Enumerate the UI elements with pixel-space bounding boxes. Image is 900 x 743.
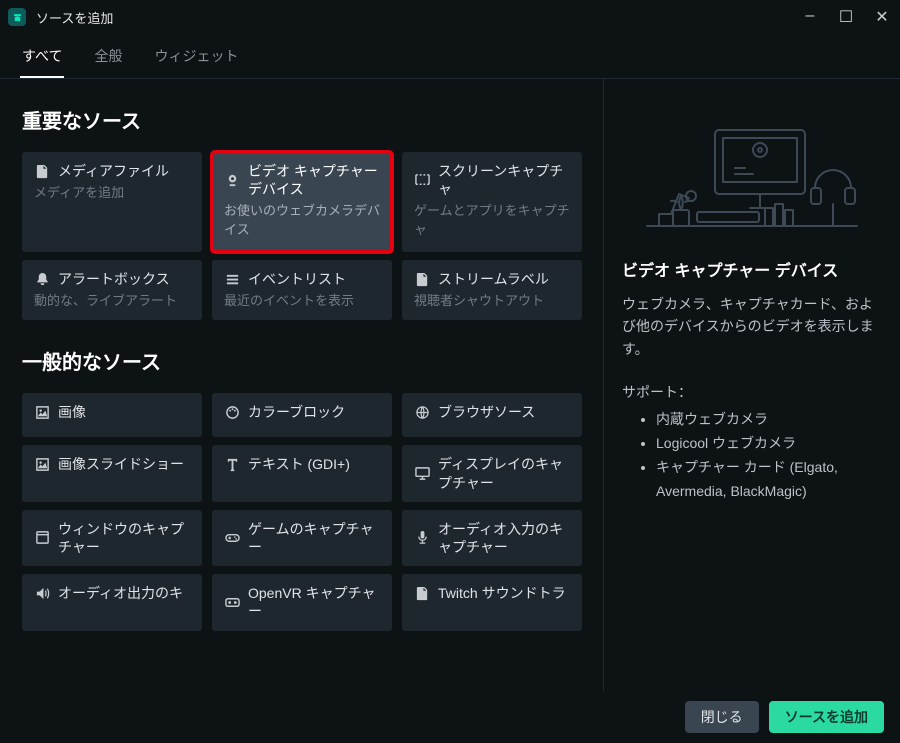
speaker-icon xyxy=(34,585,50,601)
tabs: すべて全般ウィジェット xyxy=(0,34,900,79)
card-title: オーディオ入力のキャプチャー xyxy=(438,520,570,556)
close-button[interactable]: ✕ xyxy=(872,7,892,27)
globe-icon xyxy=(414,404,430,420)
image-icon xyxy=(34,456,50,472)
source-card[interactable]: Twitch サウンドトラ xyxy=(402,574,582,630)
source-card[interactable]: ブラウザソース xyxy=(402,393,582,437)
source-card[interactable]: カラーブロック xyxy=(212,393,392,437)
tab-2[interactable]: ウィジェット xyxy=(152,40,240,78)
card-title: 画像スライドショー xyxy=(58,455,184,473)
card-title: メディアファイル xyxy=(58,162,169,180)
detail-desc: ウェブカメラ、キャプチャカード、および他のデバイスからのビデオを表示します。 xyxy=(622,293,882,360)
card-desc: 動的な、ライブアラート xyxy=(34,292,190,310)
source-card[interactable]: オーディオ入力のキャプチャー xyxy=(402,510,582,566)
card-title: ブラウザソース xyxy=(438,403,535,421)
detail-panel: ビデオ キャプチャー デバイス ウェブカメラ、キャプチャカード、および他のデバイ… xyxy=(604,79,900,691)
source-card[interactable]: ウィンドウのキャプチャー xyxy=(22,510,202,566)
detail-title: ビデオ キャプチャー デバイス xyxy=(622,257,882,281)
source-panel: 重要なソース メディアファイルメディアを追加ビデオ キャプチャー デバイスお使い… xyxy=(0,79,604,691)
support-item: 内蔵ウェブカメラ xyxy=(656,408,882,432)
card-title: カラーブロック xyxy=(248,403,345,421)
cancel-button[interactable]: 閉じる xyxy=(685,701,759,733)
text-icon xyxy=(224,456,240,472)
card-title: テキスト (GDI+) xyxy=(248,455,350,473)
support-list: 内蔵ウェブカメラLogicool ウェブカメラキャプチャー カード (Elgat… xyxy=(622,408,882,503)
file-icon xyxy=(34,163,50,179)
card-title: オーディオ出力のキ xyxy=(58,584,183,602)
source-card[interactable]: オーディオ出力のキ xyxy=(22,574,202,630)
source-card[interactable]: 画像スライドショー xyxy=(22,445,202,501)
source-card[interactable]: アラートボックス動的な、ライブアラート xyxy=(22,260,202,320)
source-card[interactable]: 画像 xyxy=(22,393,202,437)
card-desc: 最近のイベントを表示 xyxy=(224,292,380,310)
vr-icon xyxy=(224,594,240,610)
card-desc: お使いのウェブカメラデバイス xyxy=(224,202,380,238)
card-title: ウィンドウのキャプチャー xyxy=(58,520,190,556)
source-card[interactable]: OpenVR キャプチャー xyxy=(212,574,392,630)
add-source-button[interactable]: ソースを追加 xyxy=(769,701,884,733)
tab-1[interactable]: 全般 xyxy=(92,40,124,78)
palette-icon xyxy=(224,404,240,420)
display-icon xyxy=(414,466,430,482)
list-icon xyxy=(224,271,240,287)
maximize-button[interactable]: ☐ xyxy=(836,7,856,27)
card-desc: ゲームとアプリをキャプチャ xyxy=(414,202,570,238)
card-title: 画像 xyxy=(58,403,86,421)
webcam-icon xyxy=(224,172,240,188)
tab-0[interactable]: すべて xyxy=(20,40,64,78)
card-title: ディスプレイのキャプチャー xyxy=(438,455,570,491)
source-card[interactable]: テキスト (GDI+) xyxy=(212,445,392,501)
source-card[interactable]: スクリーンキャプチャゲームとアプリをキャプチャ xyxy=(402,152,582,252)
window-icon xyxy=(34,530,50,546)
card-title: アラートボックス xyxy=(58,270,170,288)
card-title: ストリームラベル xyxy=(438,270,549,288)
card-desc: 視聴者シャウトアウト xyxy=(414,292,570,310)
card-title: Twitch サウンドトラ xyxy=(438,584,566,602)
support-item: Logicool ウェブカメラ xyxy=(656,432,882,456)
screen-icon xyxy=(414,172,430,188)
titlebar: ソースを追加 – ☐ ✕ xyxy=(0,0,900,34)
source-card[interactable]: ビデオ キャプチャー デバイスお使いのウェブカメラデバイス xyxy=(212,152,392,252)
window-title: ソースを追加 xyxy=(36,8,113,27)
source-card[interactable]: イベントリスト最近のイベントを表示 xyxy=(212,260,392,320)
card-title: ビデオ キャプチャー デバイス xyxy=(248,162,380,198)
source-card[interactable]: ディスプレイのキャプチャー xyxy=(402,445,582,501)
card-desc: メディアを追加 xyxy=(34,184,190,202)
footer: 閉じる ソースを追加 xyxy=(0,691,900,743)
card-title: OpenVR キャプチャー xyxy=(248,584,380,620)
gamepad-icon xyxy=(224,530,240,546)
support-label: サポート： xyxy=(622,382,882,402)
important-section-title: 重要なソース xyxy=(22,105,585,134)
bell-icon xyxy=(34,271,50,287)
file-icon xyxy=(414,585,430,601)
mic-icon xyxy=(414,530,430,546)
image-icon xyxy=(34,404,50,420)
file-icon xyxy=(414,271,430,287)
card-title: ゲームのキャプチャー xyxy=(248,520,380,556)
source-card[interactable]: ゲームのキャプチャー xyxy=(212,510,392,566)
card-title: イベントリスト xyxy=(248,270,346,288)
app-icon xyxy=(8,8,26,26)
common-section-title: 一般的なソース xyxy=(22,346,585,375)
card-title: スクリーンキャプチャ xyxy=(438,162,570,198)
source-card[interactable]: メディアファイルメディアを追加 xyxy=(22,152,202,252)
source-card[interactable]: ストリームラベル視聴者シャウトアウト xyxy=(402,260,582,320)
illustration xyxy=(622,93,882,243)
support-item: キャプチャー カード (Elgato, Avermedia, BlackMagi… xyxy=(656,456,882,504)
minimize-button[interactable]: – xyxy=(800,7,820,27)
